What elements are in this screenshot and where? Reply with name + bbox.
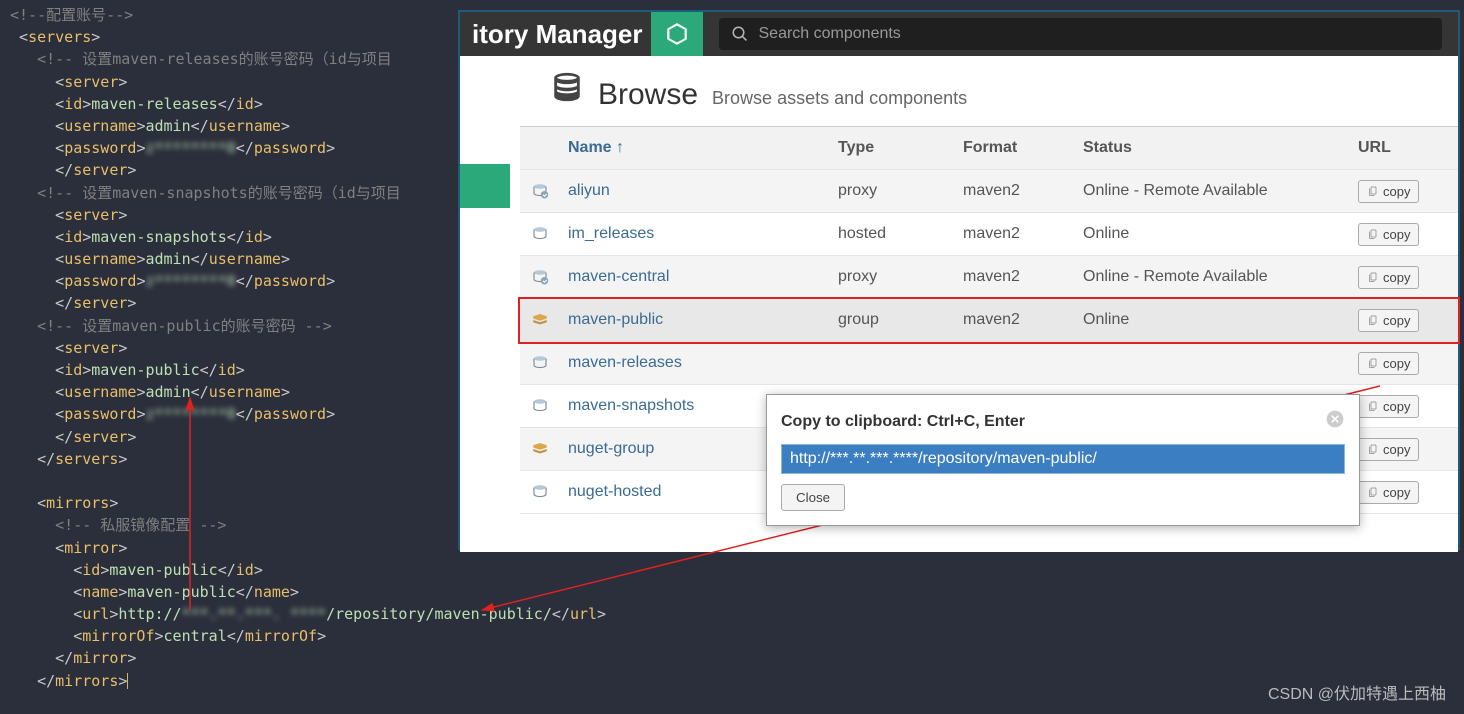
- database-icon: [550, 70, 584, 109]
- copy-clipboard-dialog: Copy to clipboard: Ctrl+C, Enter Close: [766, 394, 1360, 526]
- repo-type-icon: [520, 483, 560, 501]
- copy-button[interactable]: copy: [1358, 309, 1419, 332]
- clipboard-url-input[interactable]: [781, 444, 1345, 474]
- repo-type: hosted: [830, 225, 955, 243]
- repo-name[interactable]: maven-public: [560, 311, 830, 329]
- close-icon[interactable]: [1325, 409, 1345, 434]
- dialog-title: Copy to clipboard: Ctrl+C, Enter: [781, 413, 1025, 431]
- copy-button[interactable]: copy: [1358, 352, 1419, 375]
- table-row[interactable]: maven-publicgroupmaven2Online copy: [520, 299, 1458, 342]
- repo-type: group: [830, 311, 955, 329]
- table-row[interactable]: maven-centralproxymaven2Online - Remote …: [520, 256, 1458, 299]
- repo-name[interactable]: maven-central: [560, 268, 830, 286]
- repo-status: Online: [1075, 225, 1350, 243]
- repo-type-icon: [520, 397, 560, 415]
- sort-asc-icon[interactable]: ↑: [616, 139, 624, 156]
- table-row[interactable]: aliyunproxymaven2Online - Remote Availab…: [520, 170, 1458, 213]
- page-subtitle: Browse assets and components: [712, 88, 967, 109]
- close-button[interactable]: Close: [781, 484, 845, 511]
- repo-type-icon: [520, 225, 560, 243]
- watermark: CSDN @伏加特遇上西柚: [1268, 680, 1446, 704]
- repo-name[interactable]: aliyun: [560, 182, 830, 200]
- repo-type: proxy: [830, 182, 955, 200]
- repo-type-icon: [520, 354, 560, 372]
- app-title: itory Manager: [472, 19, 643, 50]
- copy-button[interactable]: copy: [1358, 395, 1419, 418]
- copy-button[interactable]: copy: [1358, 180, 1419, 203]
- repo-type: proxy: [830, 268, 955, 286]
- repo-status: Online: [1075, 311, 1350, 329]
- repo-type-icon: [520, 440, 560, 458]
- xml-comment: <!--配置账号-->: [10, 6, 133, 24]
- copy-button[interactable]: copy: [1358, 481, 1419, 504]
- table-header: Name ↑ Type Format Status URL: [520, 127, 1458, 170]
- repo-type-icon: [520, 311, 560, 329]
- table-row[interactable]: maven-releases copy: [520, 342, 1458, 385]
- page-title: Browse: [598, 78, 698, 112]
- copy-button[interactable]: copy: [1358, 223, 1419, 246]
- search-icon: [731, 25, 749, 43]
- search-placeholder: Search components: [759, 25, 901, 43]
- repo-format: maven2: [955, 182, 1075, 200]
- repo-format: maven2: [955, 311, 1075, 329]
- repo-type-icon: [520, 268, 560, 286]
- repo-status: Online - Remote Available: [1075, 182, 1350, 200]
- copy-button[interactable]: copy: [1358, 266, 1419, 289]
- copy-button[interactable]: copy: [1358, 438, 1419, 461]
- repo-format: maven2: [955, 268, 1075, 286]
- repo-type-icon: [520, 182, 560, 200]
- search-input[interactable]: Search components: [719, 18, 1443, 50]
- repo-format: maven2: [955, 225, 1075, 243]
- nav-active-marker: [460, 164, 510, 208]
- logo-icon: [651, 12, 703, 56]
- repo-name[interactable]: im_releases: [560, 225, 830, 243]
- repo-name[interactable]: maven-releases: [560, 354, 830, 372]
- repo-status: Online - Remote Available: [1075, 268, 1350, 286]
- table-row[interactable]: im_releaseshostedmaven2Online copy: [520, 213, 1458, 256]
